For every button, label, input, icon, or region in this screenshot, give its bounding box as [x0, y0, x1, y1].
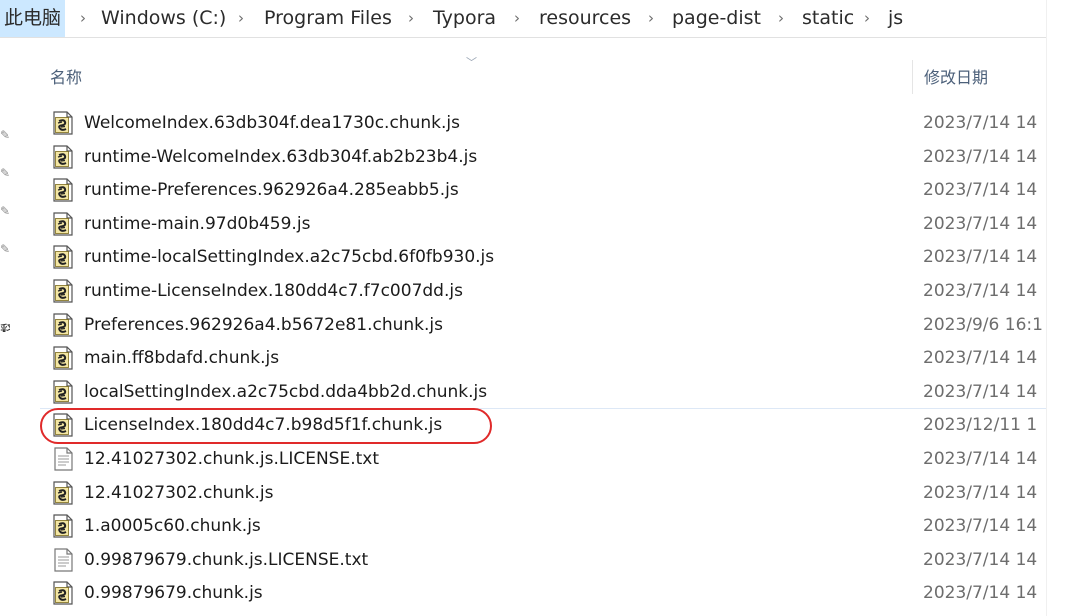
file-row[interactable]: 12.41027302.chunk.js 2023/7/14 14 [0, 476, 1046, 510]
file-row[interactable]: 1.a0005c60.chunk.js 2023/7/14 14 [0, 509, 1046, 543]
breadcrumb-item-typora[interactable]: Typora [433, 0, 496, 37]
text-file-icon [52, 548, 74, 572]
breadcrumb-item-js[interactable]: js [888, 0, 903, 37]
file-date-modified: 2023/7/14 14 [923, 146, 1038, 167]
sort-caret-icon: ﹀ [466, 56, 477, 69]
chevron-right-icon[interactable]: › [778, 0, 784, 37]
file-name: 0.99879679.chunk.js [84, 583, 263, 604]
breadcrumb-item-this-pc[interactable]: 此电脑 [0, 0, 66, 37]
file-date-modified: 2023/7/14 14 [923, 348, 1038, 369]
file-name: 0.99879679.chunk.js.LICENSE.txt [84, 549, 369, 570]
js-file-icon [52, 144, 74, 169]
breadcrumb-item-static[interactable]: static [802, 0, 854, 37]
text-file-icon [52, 447, 74, 471]
js-file-icon [52, 212, 74, 236]
js-file-icon [52, 245, 74, 269]
file-date-modified: 2023/7/14 14 [923, 549, 1038, 570]
breadcrumb-item-drive-c[interactable]: Windows (C:) [101, 0, 226, 37]
breadcrumb-item-resources[interactable]: resources [539, 0, 631, 37]
pane-edge [1046, 0, 1047, 616]
chevron-right-icon[interactable]: › [408, 0, 414, 37]
file-row[interactable]: runtime-main.97d0b459.js 2023/7/14 14 [0, 207, 1046, 241]
file-row[interactable]: 0.99879679.chunk.js 2023/7/14 14 [0, 576, 1046, 610]
file-row[interactable]: runtime-WelcomeIndex.63db304f.ab2b23b4.j… [0, 140, 1046, 174]
file-name: runtime-WelcomeIndex.63db304f.ab2b23b4.j… [84, 146, 478, 167]
breadcrumb-item-program-files[interactable]: Program Files [264, 0, 392, 37]
js-file-icon [52, 312, 74, 337]
file-row[interactable]: WelcomeIndex.63db304f.dea1730c.chunk.js 2… [0, 106, 1046, 140]
js-file-icon [52, 581, 74, 605]
column-header: 名称 ﹀ 修改日期 [38, 54, 1046, 96]
file-row[interactable]: Preferences.962926a4.b5672e81.chunk.js 20… [0, 308, 1046, 342]
js-file-icon [52, 346, 74, 370]
file-row[interactable]: 0.99879679.chunk.js.LICENSE.txt 2023/7/14… [0, 543, 1046, 577]
file-row[interactable]: runtime-LicenseIndex.180dd4c7.f7c007dd.j… [0, 274, 1046, 308]
file-row[interactable]: 12.41027302.chunk.js.LICENSE.txt 2023/7/1… [0, 442, 1046, 476]
chevron-right-icon[interactable]: › [238, 0, 244, 37]
file-date-modified: 2023/7/14 14 [923, 281, 1038, 301]
file-name: runtime-LicenseIndex.180dd4c7.f7c007dd.j… [84, 281, 463, 301]
file-row[interactable]: localSettingIndex.a2c75cbd.dda4bb2d.chun… [0, 375, 1046, 409]
chevron-right-icon[interactable]: › [514, 0, 520, 37]
file-name: localSettingIndex.a2c75cbd.dda4bb2d.chun… [84, 381, 488, 402]
column-header-date-modified[interactable]: 修改日期 [924, 64, 988, 88]
file-date-modified: 2023/7/14 14 [923, 113, 1038, 133]
file-date-modified: 2023/12/11 1 [923, 415, 1038, 436]
column-header-name[interactable]: 名称 [50, 64, 82, 88]
file-row[interactable]: runtime-Preferences.962926a4.285eabb5.js… [0, 173, 1046, 207]
chevron-right-icon[interactable]: › [864, 0, 870, 37]
column-divider[interactable] [912, 60, 913, 94]
file-date-modified: 2023/7/14 14 [923, 213, 1038, 234]
file-row[interactable]: runtime-localSettingIndex.a2c75cbd.6f0fb… [0, 240, 1046, 274]
file-name: 12.41027302.chunk.js.LICENSE.txt [84, 449, 380, 469]
file-row[interactable]: main.ff8bdafd.chunk.js 2023/7/14 14 [0, 341, 1046, 375]
js-file-icon [52, 111, 74, 135]
js-file-icon [52, 279, 74, 303]
file-date-modified: 2023/7/14 14 [923, 482, 1038, 503]
js-file-icon [52, 178, 74, 202]
file-name: 1.a0005c60.chunk.js [84, 516, 261, 537]
file-date-modified: 2023/7/14 14 [923, 381, 1038, 402]
breadcrumb-item-page-dist[interactable]: page-dist [672, 0, 761, 37]
file-date-modified: 2023/7/14 14 [923, 516, 1038, 537]
js-file-icon [52, 514, 74, 538]
file-date-modified: 2023/7/14 14 [923, 583, 1038, 604]
file-date-modified: 2023/7/14 14 [923, 449, 1038, 469]
file-name: 12.41027302.chunk.js [84, 482, 274, 503]
file-date-modified: 2023/7/14 14 [923, 180, 1038, 201]
file-name: WelcomeIndex.63db304f.dea1730c.chunk.js [84, 113, 460, 133]
chevron-right-icon[interactable]: › [80, 0, 86, 37]
chevron-right-icon[interactable]: › [648, 0, 654, 37]
file-name: Preferences.962926a4.b5672e81.chunk.js [84, 314, 443, 335]
annotation-circle [40, 408, 492, 444]
file-name: runtime-localSettingIndex.a2c75cbd.6f0fb… [84, 247, 495, 268]
file-name: runtime-main.97d0b459.js [84, 213, 311, 234]
js-file-icon [52, 380, 74, 404]
file-date-modified: 2023/7/14 14 [923, 247, 1038, 268]
file-name: runtime-Preferences.962926a4.285eabb5.js [84, 180, 459, 201]
js-file-icon [52, 480, 74, 505]
file-name: main.ff8bdafd.chunk.js [84, 348, 280, 369]
file-date-modified: 2023/9/6 16:1 [923, 314, 1043, 335]
breadcrumb: 此电脑 › Windows (C:) › Program Files › Typ… [0, 0, 1046, 38]
